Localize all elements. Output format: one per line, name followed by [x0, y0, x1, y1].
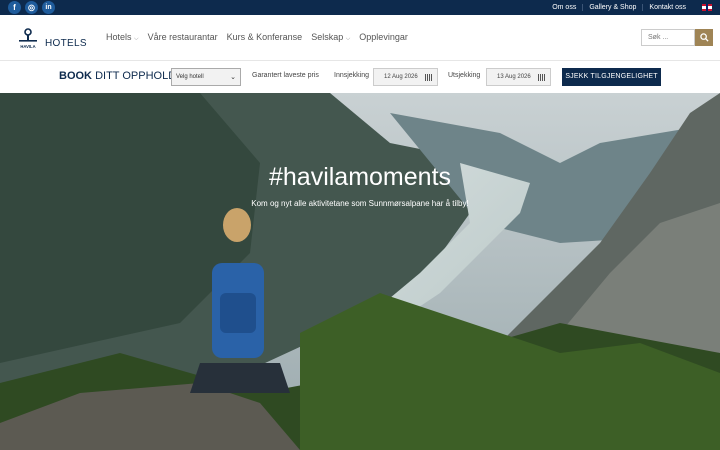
- nav-courses-conference[interactable]: Kurs & Konferanse: [227, 32, 303, 43]
- checkin-date-field[interactable]: 12 Aug 2026: [373, 68, 438, 86]
- gallery-shop-link[interactable]: Gallery & Shop: [582, 4, 642, 11]
- instagram-icon[interactable]: ◎: [25, 1, 38, 14]
- main-header: HAVILA HOTELS Hotels ⌵ Våre restaurantar…: [0, 15, 720, 61]
- calendar-icon: [538, 74, 545, 81]
- havila-logo[interactable]: HAVILA: [16, 28, 40, 50]
- about-link[interactable]: Om oss: [546, 4, 582, 11]
- chevron-down-icon: ⌵: [134, 36, 139, 42]
- search-input[interactable]: Søk ...: [641, 29, 695, 46]
- guarantee-text: Garantert laveste pris: [252, 72, 319, 79]
- hero-title: #havilamoments: [268, 163, 452, 191]
- checkout-label: Utsjekking: [448, 72, 481, 79]
- svg-text:HAVILA: HAVILA: [20, 44, 35, 49]
- hero-landscape-image: [0, 93, 720, 450]
- checkout-date-field[interactable]: 13 Aug 2026: [486, 68, 551, 86]
- contact-link[interactable]: Kontakt oss: [642, 4, 692, 11]
- hero-banner: #havilamoments Kom og nyt alle aktivitet…: [0, 93, 720, 450]
- booking-title: BOOK DITT OPPHOLD: [59, 70, 177, 82]
- search-icon: [699, 33, 709, 42]
- top-bar: f ◎ in Om oss Gallery & Shop Kontakt oss: [0, 0, 720, 15]
- hotel-select[interactable]: Velg hotell ⌄: [171, 68, 241, 86]
- check-availability-button[interactable]: SJEKK TILGJENGELIGHET: [562, 68, 661, 86]
- nav-restaurants[interactable]: Våre restaurantar: [148, 32, 218, 43]
- booking-bar: BOOK DITT OPPHOLD Velg hotell ⌄ Garantert…: [0, 61, 720, 93]
- nav-events[interactable]: Selskap ⌵: [311, 32, 350, 43]
- top-links: Om oss Gallery & Shop Kontakt oss: [546, 0, 692, 15]
- main-nav: Hotels ⌵ Våre restaurantar Kurs & Konfer…: [106, 32, 417, 43]
- facebook-icon[interactable]: f: [8, 1, 21, 14]
- search-button[interactable]: [695, 29, 713, 46]
- linkedin-icon[interactable]: in: [42, 1, 55, 14]
- calendar-icon: [425, 74, 432, 81]
- chevron-down-icon: ⌵: [345, 36, 351, 42]
- checkin-label: Innsjekking: [334, 72, 370, 79]
- nav-experiences[interactable]: Opplevingar: [359, 32, 408, 43]
- nav-hotels[interactable]: Hotels ⌵: [106, 32, 139, 43]
- hero-subtitle: Kom og nyt alle aktivitetane som Sunnmør…: [251, 199, 469, 208]
- chevron-down-icon: ⌄: [230, 74, 236, 81]
- brand-name[interactable]: HOTELS: [45, 38, 87, 49]
- english-flag-icon[interactable]: [702, 4, 712, 11]
